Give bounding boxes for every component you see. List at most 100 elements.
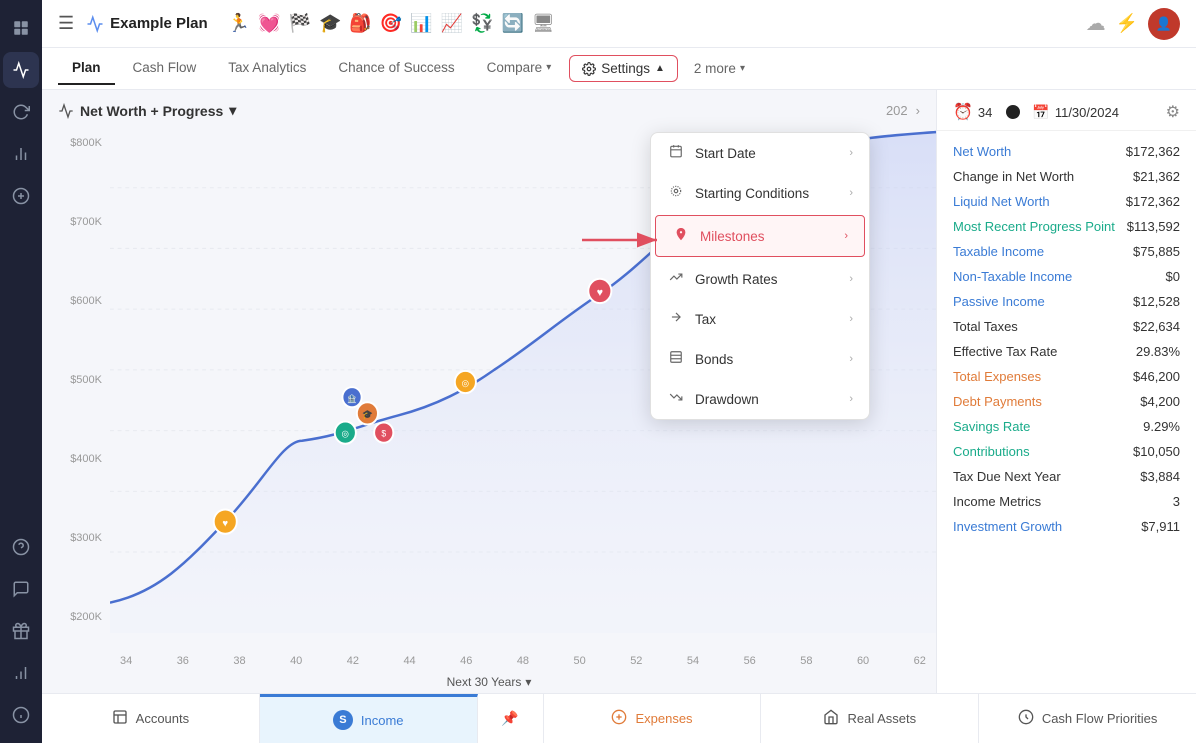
metric-value-progress: $113,592 (1127, 219, 1180, 234)
panel-settings-icon[interactable]: ⚙ (1166, 102, 1180, 122)
growth-rates-arrow: › (849, 273, 853, 285)
dropdown-milestones[interactable]: Milestones › (655, 215, 865, 257)
metric-label-change: Change in Net Worth (953, 169, 1074, 184)
svg-text:$: $ (381, 428, 386, 438)
x-label-50: 50 (574, 655, 586, 667)
income-label: Income (361, 713, 404, 728)
bottom-tab-income[interactable]: S Income (260, 694, 478, 743)
tab-compare[interactable]: Compare ▾ (473, 52, 566, 85)
nav-icon-flag[interactable]: 🏁 (289, 13, 311, 34)
chart-dropdown-arrow[interactable]: ▾ (229, 102, 236, 119)
tab-tax[interactable]: Tax Analytics (214, 52, 320, 85)
plan-chart-icon (86, 15, 104, 33)
drawdown-icon (667, 390, 685, 408)
bottom-tab-real-assets[interactable]: Real Assets (761, 694, 979, 743)
bonds-icon (667, 350, 685, 368)
sidebar-add[interactable] (3, 178, 39, 214)
metric-change-net-worth: Change in Net Worth $21,362 (937, 164, 1196, 189)
real-assets-label: Real Assets (847, 711, 916, 726)
right-panel: ⏰ 34 📅 11/30/2024 ⚙ Net Worth $172,362 C… (936, 90, 1196, 693)
metric-tax-due: Tax Due Next Year $3,884 (937, 464, 1196, 489)
bottom-tab-cashflow-priorities[interactable]: Cash Flow Priorities (979, 694, 1196, 743)
bottom-tab-pin[interactable]: 📌 (478, 694, 544, 743)
cloud-icon[interactable]: ☁ (1086, 11, 1106, 36)
sidebar-chat[interactable] (3, 571, 39, 607)
nav-icon-monitor[interactable]: 🖥 (532, 13, 555, 34)
sidebar-refresh[interactable] (3, 94, 39, 130)
metric-value-total-expenses: $46,200 (1133, 369, 1180, 384)
x-label-46: 46 (460, 655, 472, 667)
x-axis: 34 36 38 40 42 44 46 48 50 52 54 56 58 6… (110, 655, 936, 667)
x-title[interactable]: Next 30 Years ▾ (42, 675, 936, 689)
settings-icon (582, 62, 596, 76)
sidebar-home[interactable] (3, 10, 39, 46)
dropdown-growth-rates[interactable]: Growth Rates › (651, 259, 869, 299)
user-avatar[interactable]: 👤 (1148, 8, 1180, 40)
nav-icon-heart[interactable]: 💓 (258, 13, 280, 34)
growth-rates-icon (667, 270, 685, 288)
milestones-icon (672, 227, 690, 245)
tab-success[interactable]: Chance of Success (324, 52, 468, 85)
tab-settings[interactable]: Settings ▲ (569, 55, 678, 82)
nav-icon-refresh[interactable]: 🔄 (501, 13, 523, 34)
bonds-label: Bonds (695, 352, 733, 367)
sidebar-chart[interactable] (3, 655, 39, 691)
tabbar: Plan Cash Flow Tax Analytics Chance of S… (42, 48, 1196, 90)
y-label-200k: $200K (42, 611, 102, 623)
bottom-tab-expenses[interactable]: Expenses (544, 694, 762, 743)
nav-icon-person[interactable]: 🏃 (228, 13, 250, 34)
metric-label-tax-due: Tax Due Next Year (953, 469, 1061, 484)
metric-value-contributions: $10,050 (1133, 444, 1180, 459)
metric-value-net-worth: $172,362 (1126, 144, 1180, 159)
metric-value-total-taxes: $22,634 (1133, 319, 1180, 334)
chart-nav-arrow[interactable]: › (916, 103, 920, 118)
dropdown-tax[interactable]: Tax › (651, 299, 869, 339)
metric-label-effective-tax: Effective Tax Rate (953, 344, 1057, 359)
metric-value-income-metrics: 3 (1173, 494, 1180, 509)
nav-icon-bag[interactable]: 🎒 (349, 13, 371, 34)
sidebar-info[interactable] (3, 697, 39, 733)
nav-icon-cap[interactable]: 🎓 (319, 13, 341, 34)
dropdown-start-date[interactable]: Start Date › (651, 133, 869, 173)
nav-icon-chart2[interactable]: 📈 (441, 13, 463, 34)
metric-label-non-taxable: Non-Taxable Income (953, 269, 1072, 284)
x-label-58: 58 (800, 655, 812, 667)
metric-label-taxable: Taxable Income (953, 244, 1044, 259)
cashflow-priorities-icon (1018, 709, 1034, 729)
dropdown-bonds[interactable]: Bonds › (651, 339, 869, 379)
metric-savings-rate: Savings Rate 9.29% (937, 414, 1196, 439)
nav-icon-target[interactable]: 🎯 (380, 13, 402, 34)
menu-icon[interactable]: ☰ (58, 13, 74, 34)
sidebar-dashboard[interactable] (3, 52, 39, 88)
nav-icon-exchange[interactable]: 💱 (471, 13, 493, 34)
sidebar-analytics[interactable] (3, 136, 39, 172)
y-label-400k: $400K (42, 453, 102, 465)
metric-non-taxable: Non-Taxable Income $0 (937, 264, 1196, 289)
metric-label-liquid: Liquid Net Worth (953, 194, 1050, 209)
dropdown-drawdown[interactable]: Drawdown › (651, 379, 869, 419)
tab-more[interactable]: 2 more ▾ (682, 53, 757, 84)
x-label-40: 40 (290, 655, 302, 667)
tab-plan[interactable]: Plan (58, 52, 115, 85)
plan-name: Example Plan (86, 15, 208, 33)
starting-conditions-arrow: › (849, 187, 853, 199)
metric-value-passive: $12,528 (1133, 294, 1180, 309)
tab-cashflow[interactable]: Cash Flow (119, 52, 211, 85)
y-label-700k: $700K (42, 216, 102, 228)
sidebar-gift[interactable] (3, 613, 39, 649)
calendar-icon: 📅 (1032, 104, 1049, 121)
metric-label-income-metrics: Income Metrics (953, 494, 1041, 509)
nav-icon-chart1[interactable]: 📊 (410, 13, 432, 34)
dropdown-starting-conditions[interactable]: Starting Conditions › (651, 173, 869, 213)
lightning-icon[interactable]: ⚡ (1116, 13, 1138, 34)
bottom-tab-accounts[interactable]: Accounts (42, 694, 260, 743)
y-label-800k: $800K (42, 137, 102, 149)
expenses-icon (611, 709, 627, 729)
sidebar-question[interactable] (3, 529, 39, 565)
x-label-48: 48 (517, 655, 529, 667)
x-label-56: 56 (744, 655, 756, 667)
accounts-label: Accounts (136, 711, 189, 726)
x-label-42: 42 (347, 655, 359, 667)
metric-value-change: $21,362 (1133, 169, 1180, 184)
metric-value-non-taxable: $0 (1166, 269, 1180, 284)
